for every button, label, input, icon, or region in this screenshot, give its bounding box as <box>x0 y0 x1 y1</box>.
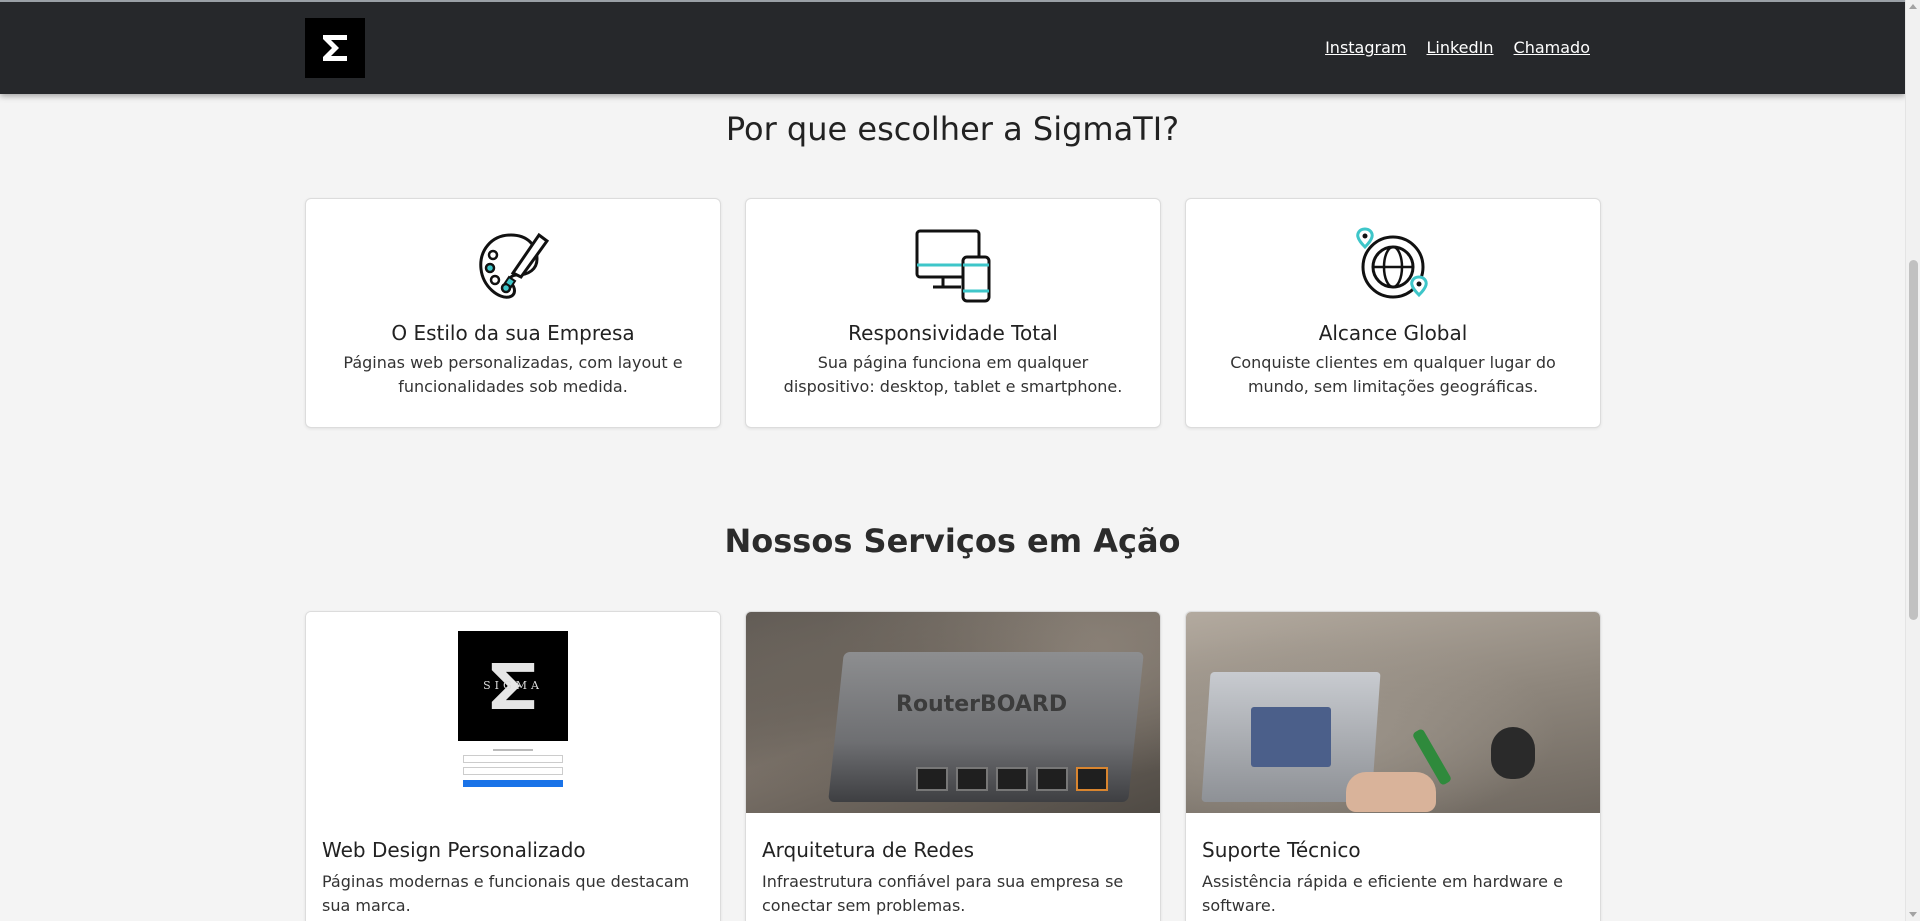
service-card-web-design: SIGMA Web Design Personalizado Páginas m… <box>305 611 721 921</box>
nav-link-chamado[interactable]: Chamado <box>1514 38 1590 57</box>
router-port <box>956 767 988 791</box>
palette-brush-icon <box>479 232 550 299</box>
service-card-networks: RouterBOARD Arquitetura de Redes Infraes… <box>745 611 1161 921</box>
hard-drive <box>1251 707 1331 767</box>
sigma-logo-icon[interactable] <box>305 18 365 78</box>
router-photo: RouterBOARD <box>746 612 1160 813</box>
main-nav: Instagram LinkedIn Chamado <box>1325 38 1590 57</box>
feature-card-text: Sua página funciona em qualquer disposit… <box>783 353 1123 396</box>
why-cards: O Estilo da sua Empresa Páginas web pers… <box>305 198 1601 428</box>
page-viewport: Instagram LinkedIn Chamado Por que escol… <box>0 0 1905 921</box>
preview-button <box>463 780 563 787</box>
feature-card-global: Alcance Global Conquiste clientes em qua… <box>1185 198 1601 428</box>
service-card-support: Suporte Técnico Assistência rápida e efi… <box>1185 611 1601 921</box>
feature-card-style: O Estilo da sua Empresa Páginas web pers… <box>305 198 721 428</box>
preview-field <box>463 767 563 775</box>
globe-pin-icon <box>1356 227 1428 299</box>
scroll-thumb[interactable] <box>1909 260 1918 620</box>
why-section-title: Por que escolher a SigmaTI? <box>725 110 1180 148</box>
feature-card-text: Páginas web personalizadas, com layout e… <box>343 353 683 396</box>
page-scrollbar[interactable] <box>1905 0 1920 921</box>
hardware-support-photo <box>1186 612 1600 813</box>
router-label: RouterBOARD <box>896 692 1068 717</box>
preview-field <box>463 755 563 763</box>
web-design-preview: SIGMA <box>306 612 720 813</box>
service-card-title: Arquitetura de Redes <box>762 838 975 862</box>
top-strip <box>0 0 1905 2</box>
nav-link-linkedin[interactable]: LinkedIn <box>1426 38 1493 57</box>
site-header: Instagram LinkedIn Chamado <box>0 2 1905 94</box>
nav-link-instagram[interactable]: Instagram <box>1325 38 1406 57</box>
feature-card-title: Responsividade Total <box>848 321 1058 345</box>
router-port <box>916 767 948 791</box>
computer-mouse <box>1491 727 1535 779</box>
feature-card-responsive: Responsividade Total Sua página funciona… <box>745 198 1161 428</box>
service-card-text: Infraestrutura confiável para sua empres… <box>762 872 1124 915</box>
hand <box>1346 772 1436 812</box>
service-card-title: Web Design Personalizado <box>322 838 586 862</box>
service-card-title: Suporte Técnico <box>1202 838 1361 862</box>
devices-icon <box>915 229 991 303</box>
router-port <box>1076 767 1108 791</box>
service-card-text: Assistência rápida e eficiente em hardwa… <box>1202 872 1563 915</box>
preview-heading-line <box>493 749 533 751</box>
router-port <box>996 767 1028 791</box>
scroll-up-icon[interactable] <box>1909 4 1917 9</box>
preview-logo: SIGMA <box>458 631 568 741</box>
router-port <box>1036 767 1068 791</box>
preview-brand-text: SIGMA <box>483 679 543 692</box>
feature-card-title: O Estilo da sua Empresa <box>391 321 635 345</box>
services-cards: SIGMA Web Design Personalizado Páginas m… <box>305 611 1601 921</box>
scroll-down-icon[interactable] <box>1909 912 1917 917</box>
feature-card-text: Conquiste clientes em qualquer lugar do … <box>1230 353 1556 396</box>
services-section-title: Nossos Serviços em Ação <box>724 522 1181 560</box>
feature-card-title: Alcance Global <box>1318 321 1468 345</box>
service-card-text: Páginas modernas e funcionais que destac… <box>322 872 690 915</box>
